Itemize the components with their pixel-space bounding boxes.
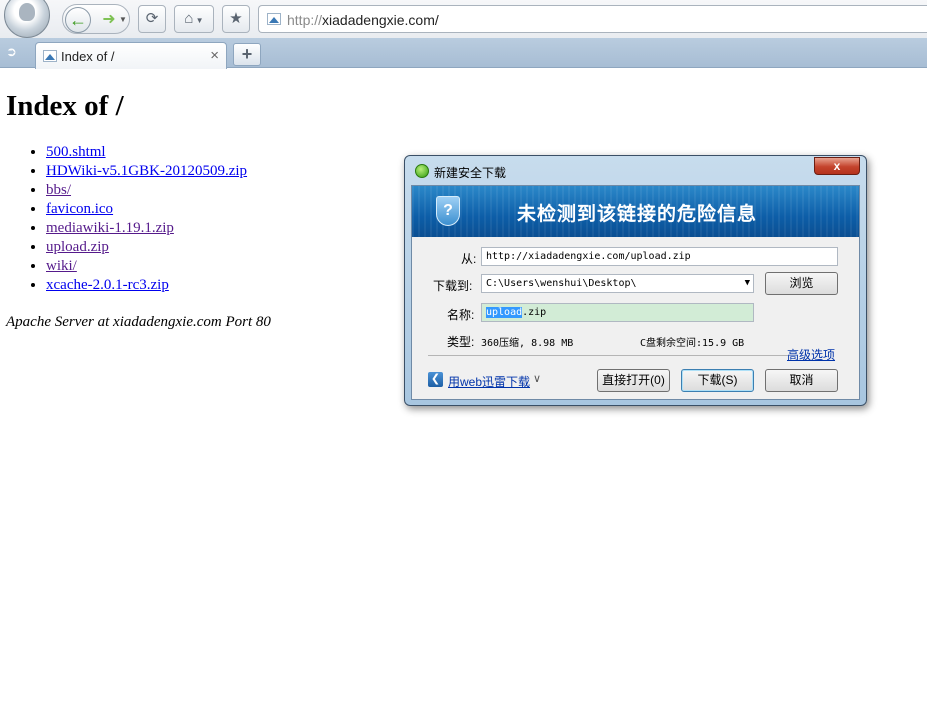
navigation-group: ← ➜ ▼ <box>62 4 130 34</box>
double-chevron-down-icon[interactable]: ∨ <box>533 372 541 385</box>
server-signature: Apache Server at xiadadengxie.com Port 8… <box>6 314 271 330</box>
list-item: favicon.ico <box>46 200 247 219</box>
page-title: Index of / <box>6 90 124 122</box>
file-link[interactable]: wiki/ <box>46 258 77 274</box>
forward-button[interactable]: ➜ <box>99 9 119 31</box>
sidebar-toggle-icon[interactable]: ➲ <box>6 44 17 60</box>
tab-title: Index of / <box>61 49 115 64</box>
web-thunder-download-link[interactable]: 用web迅雷下载 <box>448 373 530 390</box>
browse-button[interactable]: 浏览 <box>765 272 838 295</box>
file-link[interactable]: HDWiki-v5.1GBK-20120509.zip <box>46 163 247 179</box>
list-item: upload.zip <box>46 238 247 257</box>
from-label: 从: <box>461 252 477 266</box>
cancel-button[interactable]: 取消 <box>765 369 838 392</box>
download-dialog: 新建安全下载 x ? 未检测到该链接的危险信息 从: http://xiadad… <box>404 155 867 406</box>
thunder-web-icon: ❮ <box>428 372 443 387</box>
type-label: 类型: <box>447 335 475 349</box>
url-host: xiadadengxie.com/ <box>322 12 439 28</box>
save-to-label: 下载到: <box>433 279 473 293</box>
list-item: wiki/ <box>46 257 247 276</box>
tab-strip: ➲ Index of / × + <box>0 38 927 69</box>
home-button[interactable]: ⌂ ▼ <box>174 5 214 33</box>
back-button[interactable]: ← <box>65 7 91 33</box>
url-protocol: http:// <box>287 12 323 28</box>
open-directly-button[interactable]: 直接打开(0) <box>597 369 670 392</box>
save-path-select[interactable]: C:\Users\wenshui\Desktop\ ▼ <box>481 274 754 293</box>
list-item: mediawiki-1.19.1.zip <box>46 219 247 238</box>
banner-text: 未检测到该链接的危险信息 <box>517 204 758 225</box>
list-item: 500.shtml <box>46 143 247 162</box>
file-type-value: 360压缩, 8.98 MB <box>481 338 574 349</box>
file-link[interactable]: bbs/ <box>46 182 71 198</box>
shield-icon: ? <box>436 196 460 226</box>
file-name-extension: .zip <box>522 307 547 318</box>
download-button[interactable]: 下载(S) <box>681 369 754 392</box>
file-link[interactable]: upload.zip <box>46 239 109 255</box>
address-text[interactable]: http://xiadadengxie.com/ <box>287 12 439 28</box>
tab-index-of[interactable]: Index of / × <box>35 42 227 69</box>
tab-favicon-icon <box>43 50 57 62</box>
dialog-close-button[interactable]: x <box>814 157 860 175</box>
save-path-value: C:\Users\wenshui\Desktop\ <box>486 278 637 289</box>
file-link[interactable]: xcache-2.0.1-rc3.zip <box>46 277 169 293</box>
browser-toolbar: ← ➜ ▼ ⟳ ⌂ ▼ ★ http://xiadadengxie.com/ <box>0 0 927 38</box>
divider <box>428 355 788 356</box>
file-link[interactable]: 500.shtml <box>46 144 106 160</box>
from-field[interactable]: http://xiadadengxie.com/upload.zip <box>481 247 838 266</box>
free-space-value: C盘剩余空间:15.9 GB <box>640 338 745 349</box>
new-tab-button[interactable]: + <box>233 43 261 66</box>
chevron-down-icon[interactable]: ▼ <box>745 275 750 292</box>
file-name-selected: upload <box>486 307 523 318</box>
list-item: HDWiki-v5.1GBK-20120509.zip <box>46 162 247 181</box>
bookmark-star-button[interactable]: ★ <box>222 5 250 33</box>
address-bar[interactable]: http://xiadadengxie.com/ <box>258 5 927 33</box>
site-favicon-icon <box>267 13 281 25</box>
file-list: 500.shtml HDWiki-v5.1GBK-20120509.zip bb… <box>46 143 247 295</box>
refresh-button[interactable]: ⟳ <box>138 5 166 33</box>
file-link[interactable]: mediawiki-1.19.1.zip <box>46 220 174 236</box>
name-label: 名称: <box>447 308 475 322</box>
tab-close-icon[interactable]: × <box>210 47 219 64</box>
safety-banner: ? 未检测到该链接的危险信息 <box>412 186 859 237</box>
browser-logo-icon[interactable] <box>4 0 50 38</box>
list-item: xcache-2.0.1-rc3.zip <box>46 276 247 295</box>
dialog-title: 新建安全下载 <box>434 166 507 180</box>
dialog-body: ? 未检测到该链接的危险信息 从: http://xiadadengxie.co… <box>411 185 860 400</box>
file-name-field[interactable]: upload.zip <box>481 303 754 322</box>
history-dropdown-icon[interactable]: ▼ <box>119 15 127 24</box>
secure-download-icon <box>415 164 429 178</box>
list-item: bbs/ <box>46 181 247 200</box>
file-link[interactable]: favicon.ico <box>46 201 113 217</box>
advanced-options-link[interactable]: 高级选项 <box>787 346 835 363</box>
